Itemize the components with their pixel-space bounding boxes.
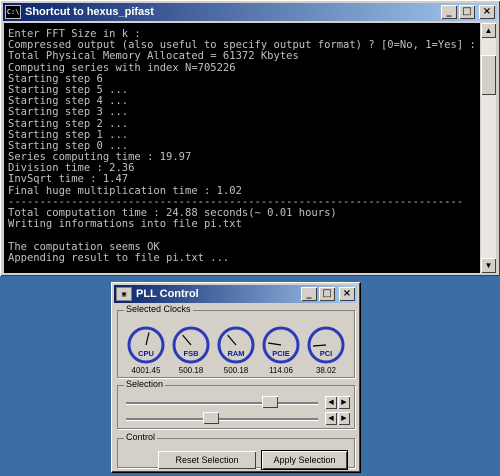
gauge-dial-icon: CPU xyxy=(127,326,165,364)
gauge-label: FSB xyxy=(184,349,200,358)
gauge-value: 114.06 xyxy=(269,366,293,375)
scroll-thumb[interactable] xyxy=(481,55,496,95)
gauge-fsb: FSB 500.18 xyxy=(169,325,213,375)
console-line: Starting step 2 ... xyxy=(8,117,129,130)
gauge-cpu: CPU 4001.45 xyxy=(124,325,168,375)
console-line: Appending result to file pi.txt ... xyxy=(8,251,230,264)
console-title: Shortcut to hexus_pifast xyxy=(25,6,154,18)
slider-1-thumb[interactable] xyxy=(262,396,278,408)
gauge-ram: RAM 500.18 xyxy=(214,325,258,375)
slider-1[interactable]: ◀ ▶ xyxy=(126,396,354,410)
slider-2-left-arrow-icon[interactable]: ◀ xyxy=(325,412,337,425)
selection-group: Selection ◀ ▶ ◀ ▶ xyxy=(117,379,355,429)
gauge-value: 500.18 xyxy=(223,366,249,375)
console-line: Writing informations into file pi.txt xyxy=(8,218,242,231)
slider-2-track[interactable] xyxy=(126,418,318,420)
gauge-dial-icon: RAM xyxy=(217,326,255,364)
scroll-up-arrow-icon[interactable]: ▲ xyxy=(481,23,496,38)
console-scrollbar[interactable]: ▲ ▼ xyxy=(481,23,496,273)
reset-selection-button[interactable]: Reset Selection xyxy=(158,451,256,469)
gauge-label: PCI xyxy=(320,349,333,358)
minimize-button[interactable]: _ xyxy=(441,5,457,19)
gauge-dial-icon: FSB xyxy=(172,326,210,364)
pll-titlebar[interactable]: ▣ PLL Control _ □ × xyxy=(114,285,357,303)
slider-2-right-arrow-icon[interactable]: ▶ xyxy=(338,412,350,425)
gauge-label: CPU xyxy=(138,349,154,358)
gauge-label: PCIE xyxy=(272,349,290,358)
pll-close-button[interactable]: × xyxy=(339,287,355,301)
console-window: C:\ Shortcut to hexus_pifast _ □ × Enter… xyxy=(0,0,500,276)
maximize-button[interactable]: □ xyxy=(459,5,475,19)
slider-2[interactable]: ◀ ▶ xyxy=(126,412,354,426)
control-group: Control Reset Selection Apply Selection xyxy=(117,432,355,470)
selection-label: Selection xyxy=(124,379,166,389)
gauge-value: 500.18 xyxy=(178,366,204,375)
close-button[interactable]: × xyxy=(479,5,495,19)
pll-minimize-button[interactable]: _ xyxy=(301,287,317,301)
gauge-pcie: PCIE 114.06 xyxy=(259,325,303,375)
gauge-pci: PCI 38.02 xyxy=(304,325,348,375)
pll-title: PLL Control xyxy=(136,288,199,300)
gauge-value: 4001.45 xyxy=(131,366,161,375)
console-line: Total Physical Memory Allocated = 61372 … xyxy=(8,50,299,63)
slider-2-thumb[interactable] xyxy=(203,412,219,424)
apply-selection-button[interactable]: Apply Selection xyxy=(261,450,348,470)
gauge-value: 38.02 xyxy=(315,366,337,375)
control-label: Control xyxy=(124,432,158,442)
scroll-down-arrow-icon[interactable]: ▼ xyxy=(481,258,496,273)
console-output[interactable]: Enter FFT Size in k : Compressed output (… xyxy=(4,23,480,273)
selected-clocks-group: Selected Clocks CPU 4001.45 FSB 500.18 RAM 50… xyxy=(117,304,355,378)
pll-maximize-button[interactable]: □ xyxy=(319,287,335,301)
gauge-dial-icon: PCIE xyxy=(262,326,300,364)
pll-control-window: ▣ PLL Control _ □ × Selected Clocks CPU 4… xyxy=(111,282,360,472)
selected-clocks-label: Selected Clocks xyxy=(124,304,193,314)
console-titlebar[interactable]: C:\ Shortcut to hexus_pifast _ □ × xyxy=(3,3,497,21)
slider-1-track[interactable] xyxy=(126,402,318,404)
pll-app-icon[interactable]: ▣ xyxy=(116,287,132,301)
console-line: InvSqrt time : 1.47 xyxy=(8,173,129,186)
slider-1-right-arrow-icon[interactable]: ▶ xyxy=(338,396,350,409)
slider-1-left-arrow-icon[interactable]: ◀ xyxy=(325,396,337,409)
console-app-icon[interactable]: C:\ xyxy=(5,5,21,19)
gauge-dial-icon: PCI xyxy=(307,326,345,364)
console-line: Starting step 3 ... xyxy=(8,106,129,119)
gauge-label: RAM xyxy=(227,349,244,358)
